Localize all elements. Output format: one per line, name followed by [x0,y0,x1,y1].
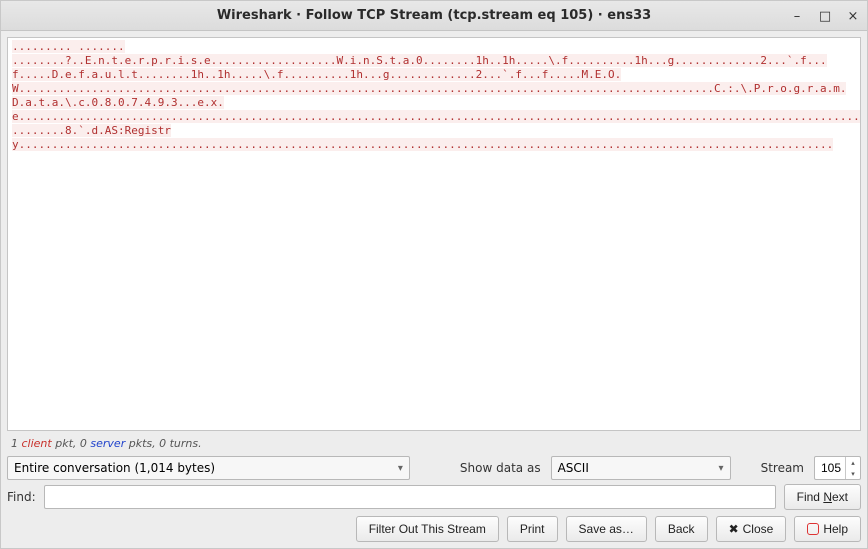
turns-suffix: pkts, 0 turns. [129,437,202,450]
help-icon [807,523,819,535]
stream-text: ......... ....... ........?..E.n.t.e.r.p… [8,38,860,154]
pkt-text: pkt, [55,437,80,450]
find-next-button[interactable]: Find Next [784,484,861,510]
bottom-button-row: Filter Out This Stream Print Save as… Ba… [7,514,861,542]
spin-buttons: ▴ ▾ [845,457,860,479]
conversation-select[interactable]: Entire conversation (1,014 bytes) ▾ [7,456,410,480]
close-label: Close [743,522,774,536]
titlebar: Wireshark · Follow TCP Stream (tcp.strea… [1,1,867,31]
close-button[interactable]: ✖ Close [716,516,787,542]
filter-out-label: Filter Out This Stream [369,522,486,536]
save-as-label: Save as… [579,522,634,536]
print-label: Print [520,522,545,536]
find-label: Find: [7,490,36,504]
client-segment: ......... ....... ........?..E.n.t.e.r.p… [12,40,861,151]
window-controls: – □ × [787,1,863,31]
server-count: 0 [80,437,87,450]
find-next-label: Find Next [797,490,848,504]
window-title: Wireshark · Follow TCP Stream (tcp.strea… [217,8,651,23]
back-label: Back [668,522,695,536]
stream-pane[interactable]: ......... ....... ........?..E.n.t.e.r.p… [7,37,861,431]
client-count: 1 [11,437,18,450]
chevron-down-icon: ▾ [719,463,724,474]
minimize-button[interactable]: – [787,6,807,26]
spin-down-button[interactable]: ▾ [846,468,860,479]
stream-label: Stream [761,461,804,475]
help-button[interactable]: Help [794,516,861,542]
conversation-value: Entire conversation (1,014 bytes) [14,461,215,475]
stream-value-input[interactable] [815,461,845,475]
find-input[interactable] [44,485,776,509]
show-data-select[interactable]: ASCII ▾ [551,456,731,480]
filter-row: Entire conversation (1,014 bytes) ▾ Show… [7,456,861,480]
close-window-button[interactable]: × [843,6,863,26]
stream-spinbox[interactable]: ▴ ▾ [814,456,861,480]
close-icon: ✖ [729,522,739,536]
packet-status: 1 client pkt, 0 server pkts, 0 turns. [7,435,861,452]
find-row: Find: Find Next [7,484,861,510]
help-label: Help [823,522,848,536]
show-data-value: ASCII [558,461,589,475]
show-data-label: Show data as [460,461,541,475]
client-label: client [22,437,52,450]
print-button[interactable]: Print [507,516,558,542]
chevron-down-icon: ▾ [398,463,403,474]
spin-up-button[interactable]: ▴ [846,457,860,468]
maximize-button[interactable]: □ [815,6,835,26]
back-button[interactable]: Back [655,516,708,542]
window-root: Wireshark · Follow TCP Stream (tcp.strea… [0,0,868,549]
server-label: server [90,437,125,450]
filter-out-button[interactable]: Filter Out This Stream [356,516,499,542]
client-area: ......... ....... ........?..E.n.t.e.r.p… [1,31,867,548]
save-as-button[interactable]: Save as… [566,516,647,542]
